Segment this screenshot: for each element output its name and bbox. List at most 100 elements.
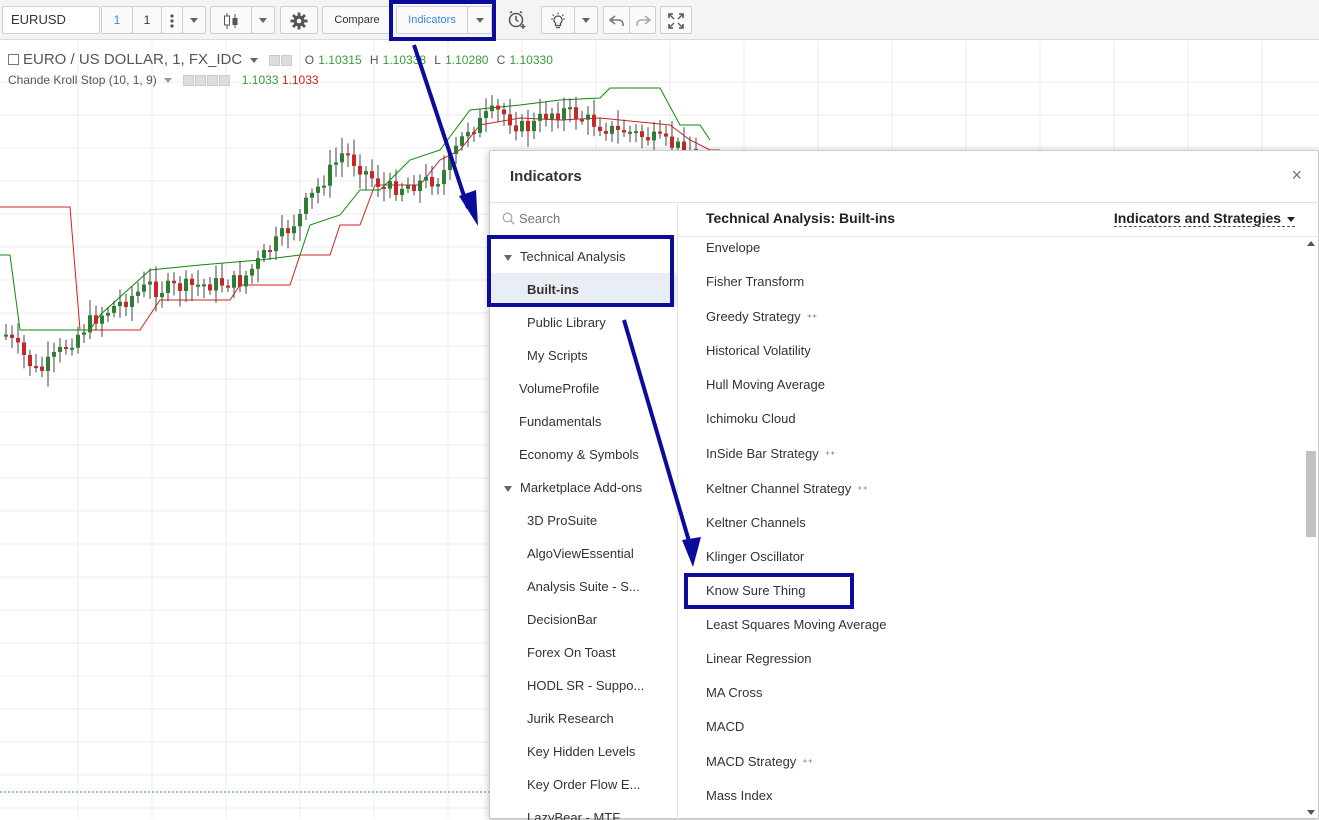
indicator-list-item-label: MACD xyxy=(706,719,745,734)
scrollbar[interactable] xyxy=(1305,237,1316,817)
indicator-list-item[interactable]: Hull Moving Average xyxy=(706,377,825,392)
indicator-source-icon[interactable] xyxy=(207,75,219,87)
sidebar-item-label: HODL SR - Suppo... xyxy=(527,678,645,693)
undo-icon[interactable] xyxy=(603,6,630,34)
indicators-dropdown-icon[interactable] xyxy=(467,6,492,34)
indicator-list-item[interactable]: Linear Regression xyxy=(706,651,812,666)
sidebar-item[interactable]: HODL SR - Suppo... xyxy=(490,669,677,702)
sidebar-item[interactable]: Public Library xyxy=(490,306,677,339)
indicator-list-item[interactable]: Klinger Oscillator xyxy=(706,549,804,564)
indicator-list-item[interactable]: Keltner Channels xyxy=(706,515,806,530)
search-input[interactable] xyxy=(519,211,649,226)
indicator-list-item[interactable]: MACD Strategy ⁺⁺ xyxy=(706,754,813,769)
sidebar-item[interactable]: AlgoViewEssential xyxy=(490,537,677,570)
indicator-list-item[interactable]: Historical Volatility xyxy=(706,343,811,358)
ohlc-high-value: 1.10338 xyxy=(382,53,427,67)
sidebar-item[interactable]: Analysis Suite - S... xyxy=(490,570,677,603)
indicator-list-item[interactable]: Greedy Strategy ⁺⁺ xyxy=(706,309,817,324)
sidebar-item[interactable]: My Scripts xyxy=(490,339,677,372)
redo-icon[interactable] xyxy=(629,6,656,34)
compare-button[interactable]: Compare xyxy=(322,6,392,34)
search-icon xyxy=(502,212,515,225)
sidebar-item[interactable]: VolumeProfile xyxy=(490,372,677,405)
sidebar-item[interactable]: Built-ins xyxy=(490,273,677,306)
indicators-dialog: Indicators × Technical Analysis Built-ins… xyxy=(489,150,1319,820)
scrollbar-thumb[interactable] xyxy=(1306,451,1316,537)
indicator-dropdown-icon[interactable] xyxy=(164,78,173,84)
sidebar-item[interactable]: Technical Analysis xyxy=(490,240,677,273)
candlestick-icon[interactable] xyxy=(210,6,252,34)
filter-dropdown[interactable]: Indicators and Strategies xyxy=(1113,210,1295,227)
close-icon[interactable]: × xyxy=(1291,165,1302,186)
indicator-remove-icon[interactable] xyxy=(219,75,231,87)
sidebar-item[interactable]: Economy & Symbols xyxy=(490,438,677,471)
indicator-settings-icon[interactable] xyxy=(195,75,207,87)
indicator-list-item[interactable]: Fisher Transform xyxy=(706,274,804,289)
ohlc-low-label: L xyxy=(434,53,441,67)
scroll-up-icon[interactable] xyxy=(1307,241,1315,246)
strategy-icon: ⁺⁺ xyxy=(824,450,836,461)
interval-more-icon[interactable] xyxy=(161,6,183,34)
indicator-list-item[interactable]: MACD xyxy=(706,719,744,734)
sidebar-item[interactable]: Jurik Research xyxy=(490,702,677,735)
sidebar-item[interactable]: Key Order Flow E... xyxy=(490,768,677,801)
indicator-list-item-label: Ichimoku Cloud xyxy=(706,411,796,426)
indicator-eye-icon[interactable] xyxy=(183,75,195,87)
indicator-list-item-label: Mass Index xyxy=(706,788,773,803)
fullscreen-icon[interactable] xyxy=(660,6,692,34)
indicator-name: Chande Kroll Stop (10, 1, 9) xyxy=(8,73,157,87)
indicator-legend: Chande Kroll Stop (10, 1, 9) 1.1033 1.10… xyxy=(8,73,319,87)
sidebar-item-label: DecisionBar xyxy=(527,612,598,627)
interval-dropdown-icon[interactable] xyxy=(182,6,206,34)
settings-mini-icon[interactable] xyxy=(280,54,292,66)
scroll-down-icon[interactable] xyxy=(1307,810,1315,815)
interval-button-primary[interactable]: 1 xyxy=(101,6,133,34)
indicator-list-item-label: Envelope xyxy=(706,240,761,255)
indicator-list-item[interactable]: Envelope xyxy=(706,240,760,255)
indicator-list-item[interactable]: Know Sure Thing xyxy=(706,583,806,598)
strategy-icon: ⁺⁺ xyxy=(806,313,818,324)
strategy-icon: ⁺⁺ xyxy=(802,758,813,769)
indicators-button[interactable]: Indicators xyxy=(396,6,468,34)
alert-clock-icon[interactable] xyxy=(500,6,534,34)
gear-icon[interactable] xyxy=(280,6,318,34)
interval-button[interactable]: 1 xyxy=(132,6,162,34)
sidebar-item[interactable]: 3D ProSuite xyxy=(490,504,677,537)
indicator-list-item[interactable]: Mass Index xyxy=(706,788,772,803)
sidebar-item[interactable]: Marketplace Add-ons xyxy=(490,471,677,504)
indicator-list-item[interactable]: InSide Bar Strategy ⁺⁺ xyxy=(706,446,835,461)
indicator-value-green: 1.1033 xyxy=(241,73,279,87)
sidebar-item-label: Technical Analysis xyxy=(520,249,626,264)
symbol-input[interactable]: EURUSD xyxy=(2,6,100,34)
sidebar-item[interactable]: Key Hidden Levels xyxy=(490,735,677,768)
search-box[interactable] xyxy=(502,211,662,233)
expand-chevron-down-icon xyxy=(504,485,512,492)
chart-type-dropdown-icon[interactable] xyxy=(251,6,275,34)
indicator-list-item[interactable]: Keltner Channel Strategy ⁺⁺ xyxy=(706,481,868,496)
legend-dropdown-icon[interactable] xyxy=(250,57,259,63)
sidebar-item[interactable]: Forex On Toast xyxy=(490,636,677,669)
sidebar-item[interactable]: DecisionBar xyxy=(490,603,677,636)
indicator-list-item[interactable]: Ichimoku Cloud xyxy=(706,411,796,426)
dialog-title: Indicators xyxy=(510,168,582,185)
indicator-list-item[interactable]: Least Squares Moving Average xyxy=(706,617,886,632)
ohlc-close-label: C xyxy=(496,53,506,67)
indicator-list-item[interactable]: MA Cross xyxy=(706,685,762,700)
indicators-button-label: Indicators xyxy=(408,14,456,26)
section-title: Technical Analysis: Built-ins xyxy=(706,210,896,226)
lightbulb-icon[interactable] xyxy=(541,6,575,34)
ideas-dropdown-icon[interactable] xyxy=(574,6,598,34)
sidebar-item-label: Economy & Symbols xyxy=(519,447,639,462)
sidebar-item-label: Key Hidden Levels xyxy=(527,744,636,759)
sidebar-item[interactable]: LazyBear - MTF... xyxy=(490,801,677,820)
indicator-list-item-label: MACD Strategy xyxy=(706,754,797,769)
eye-icon[interactable] xyxy=(268,54,280,66)
sidebar-item-label: 3D ProSuite xyxy=(527,513,598,528)
category-sidebar: Technical Analysis Built-ins Public Librar… xyxy=(490,203,678,820)
collapse-legend-icon[interactable] xyxy=(8,54,19,65)
ohlc-close-value: 1.10330 xyxy=(509,53,553,67)
indicator-list-item-label: InSide Bar Strategy xyxy=(706,446,819,461)
ohlc-open-label: O xyxy=(304,53,315,67)
sidebar-item[interactable]: Fundamentals xyxy=(490,405,677,438)
sidebar-item-label: Built-ins xyxy=(527,282,579,297)
